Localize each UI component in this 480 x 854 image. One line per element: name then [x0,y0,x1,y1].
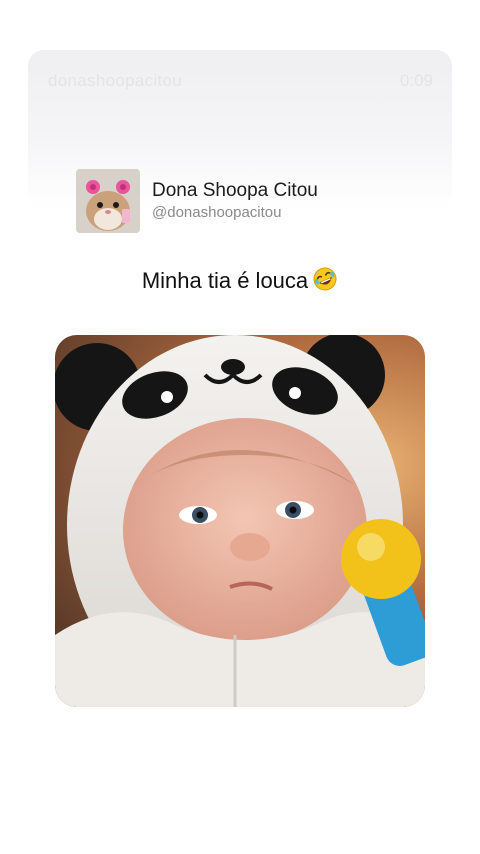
video-timestamp: 0:09 [399,71,433,90]
avatar[interactable] [76,169,140,233]
display-name[interactable]: Dona Shoopa Citou [152,180,318,202]
post-image[interactable] [55,335,425,707]
profile-header[interactable]: Dona Shoopa Citou @donashoopacitou [76,169,318,233]
hamster-icon [76,169,140,233]
post-caption: Minha tia é louca [0,266,480,298]
username[interactable]: @donashoopacitou [152,204,318,222]
caption-text: Minha tia é louca [141,268,309,293]
overlay-handle: donashoopacitou [48,71,183,90]
rolling-laughing-emoji-icon [312,266,338,298]
baby-panda-hood-photo [55,335,425,707]
